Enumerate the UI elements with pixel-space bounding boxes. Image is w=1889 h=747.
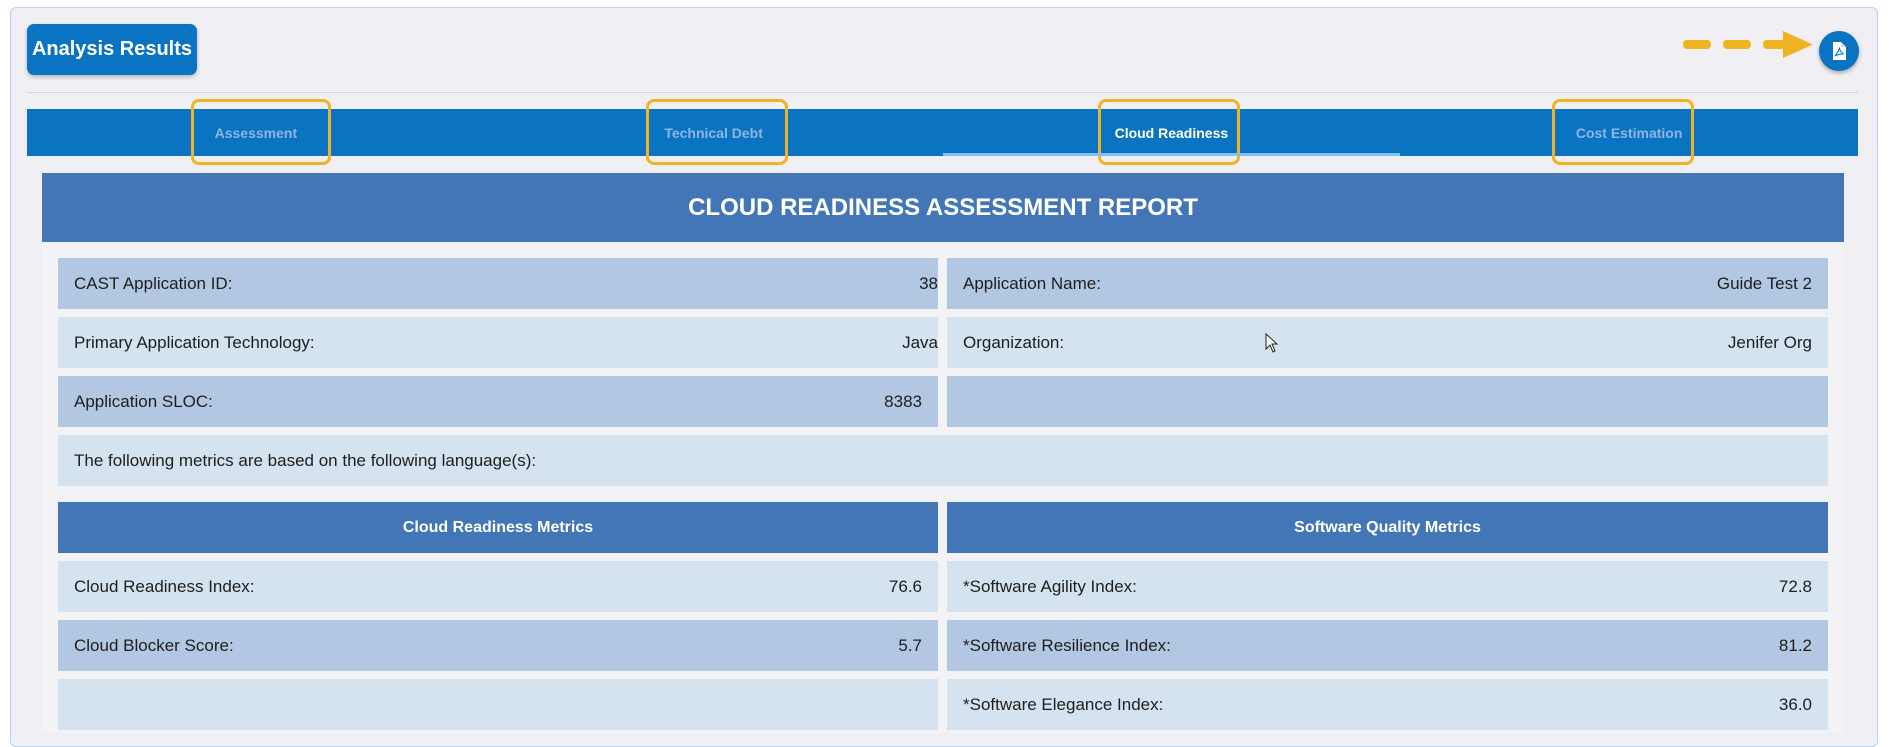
cloud-readiness-report: CLOUD READINESS ASSESSMENT REPORT CAST A…	[42, 173, 1844, 733]
tab-technical-debt[interactable]: Technical Debt	[485, 99, 943, 165]
quality-metrics-heading: Software Quality Metrics	[947, 502, 1828, 553]
tab-assessment[interactable]: Assessment	[27, 99, 485, 165]
app-id-row: CAST Application ID: 38	[58, 258, 938, 309]
highlight-box	[191, 99, 331, 165]
field-label: Organization:	[963, 332, 1065, 352]
tab-cloud-readiness[interactable]: Cloud Readiness	[942, 99, 1401, 165]
organization-row: Organization: Jenifer Org	[947, 317, 1828, 368]
field-label: Application SLOC:	[74, 391, 213, 411]
elegance-index-row: *Software Elegance Index: 36.0	[947, 679, 1828, 730]
agility-index-row: *Software Agility Index: 72.8	[947, 561, 1828, 612]
metric-value: 72.8	[1778, 576, 1812, 596]
metric-value: 5.7	[898, 635, 922, 655]
metric-value: 81.2	[1778, 635, 1812, 655]
metric-label: Cloud Readiness Index:	[74, 576, 255, 596]
field-value: 38	[919, 273, 938, 293]
field-value: Java	[902, 332, 938, 352]
languages-text: The following metrics are based on the f…	[74, 450, 537, 470]
sloc-row: Application SLOC: 8383	[58, 376, 938, 427]
metric-value: 76.6	[888, 576, 922, 596]
cloud-readiness-index-row: Cloud Readiness Index: 76.6	[58, 561, 938, 612]
cloud-metrics-heading: Cloud Readiness Metrics	[58, 502, 938, 553]
export-pdf-button[interactable]	[1819, 31, 1859, 71]
report-title: CLOUD READINESS ASSESSMENT REPORT	[42, 173, 1844, 242]
field-label: Application Name:	[963, 273, 1101, 293]
field-value: 8383	[884, 391, 922, 411]
highlight-box	[1552, 99, 1695, 165]
cloud-blocker-score-row: Cloud Blocker Score: 5.7	[58, 620, 938, 671]
technology-row: Primary Application Technology: Java	[58, 317, 938, 368]
pdf-file-icon	[1833, 42, 1846, 60]
mouse-cursor-icon	[1265, 333, 1279, 353]
metric-label: *Software Elegance Index:	[963, 694, 1164, 714]
languages-row: The following metrics are based on the f…	[58, 435, 1828, 486]
metric-label: *Software Resilience Index:	[963, 635, 1171, 655]
empty-metric-row	[58, 679, 938, 730]
field-value: Guide Test 2	[1716, 273, 1812, 293]
highlight-box	[1097, 99, 1240, 165]
header-divider	[27, 92, 1858, 93]
analysis-results-button[interactable]: Analysis Results	[27, 24, 197, 75]
empty-row	[947, 376, 1828, 427]
field-value: Jenifer Org	[1727, 332, 1812, 352]
field-label: CAST Application ID:	[74, 273, 233, 293]
field-label: Primary Application Technology:	[74, 332, 315, 352]
metric-value: 36.0	[1778, 694, 1812, 714]
metric-label: Cloud Blocker Score:	[74, 635, 234, 655]
resilience-index-row: *Software Resilience Index: 81.2	[947, 620, 1828, 671]
arrow-icon	[1683, 31, 1813, 58]
metric-label: *Software Agility Index:	[963, 576, 1137, 596]
app-name-row: Application Name: Guide Test 2	[947, 258, 1828, 309]
highlight-box	[645, 99, 788, 165]
tab-cost-estimation[interactable]: Cost Estimation	[1400, 99, 1858, 165]
tab-bar: Assessment Technical Debt Cloud Readines…	[27, 99, 1858, 165]
